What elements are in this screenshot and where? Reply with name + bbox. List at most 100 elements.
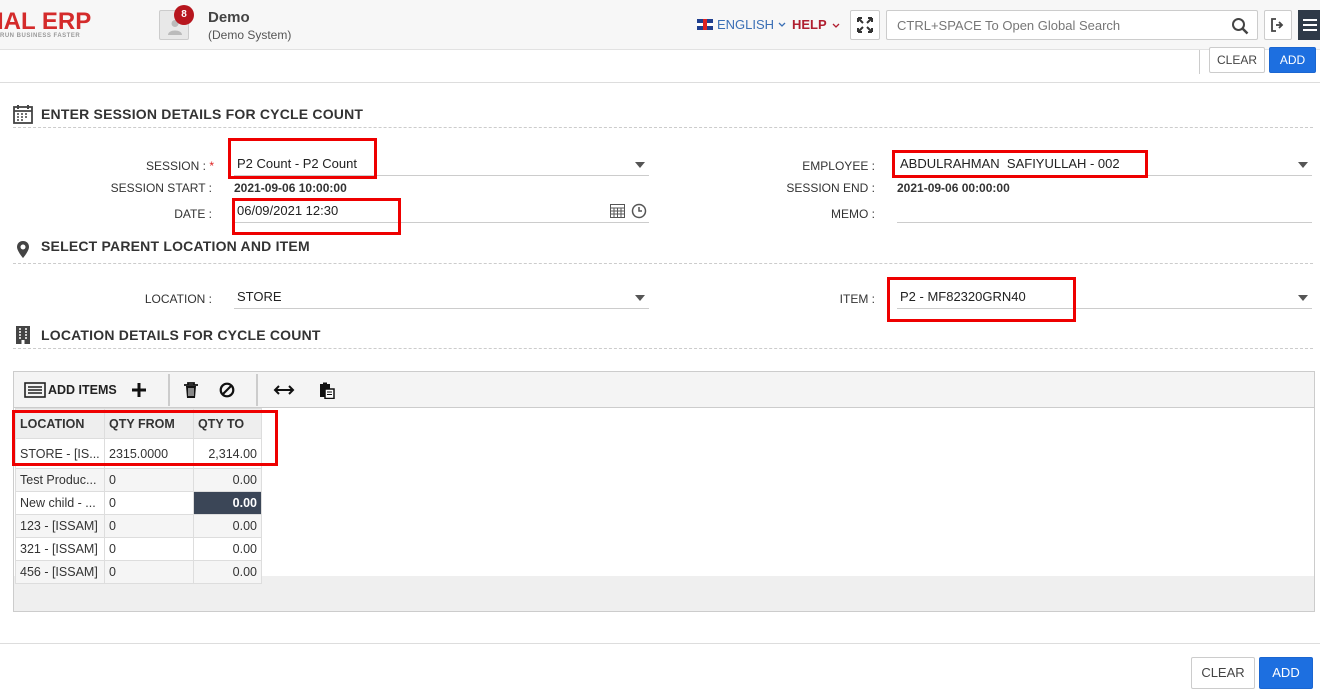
session-end-value: 2021-09-06 00:00:00: [897, 181, 1010, 195]
session-start-value: 2021-09-06 10:00:00: [234, 181, 347, 195]
cell-location[interactable]: 123 - [ISSAM]: [15, 514, 105, 538]
clock-icon[interactable]: [631, 203, 647, 219]
plus-icon[interactable]: [131, 382, 147, 398]
list-icon: [24, 382, 46, 398]
chevron-down-icon: [778, 22, 786, 27]
top-header: IAL ERP RUN BUSINESS FASTER 8 Demo (Demo…: [0, 0, 1320, 50]
section-details: LOCATION DETAILS FOR CYCLE COUNT: [13, 323, 1313, 349]
resize-icon: [273, 385, 295, 395]
cell-location[interactable]: STORE - [IS...: [15, 438, 105, 469]
employee-value: ABDULRAHMAN SAFIYULLAH - 002: [900, 156, 1120, 171]
cell-qty-from[interactable]: 0: [104, 537, 194, 561]
table-row[interactable]: New child - ... 0 0.00: [15, 491, 262, 515]
logout-button[interactable]: [1264, 10, 1292, 40]
item-value: P2 - MF82320GRN40: [900, 289, 1026, 304]
paste-button[interactable]: [316, 378, 338, 402]
chevron-down-icon[interactable]: [1298, 162, 1308, 168]
paste-icon: [320, 382, 335, 399]
company-subtitle: (Demo System): [208, 28, 292, 42]
chevron-down-icon[interactable]: [635, 162, 645, 168]
column-header-qty-from[interactable]: QTY FROM: [104, 408, 194, 439]
cell-qty-from[interactable]: 0: [104, 560, 194, 584]
item-select[interactable]: P2 - MF82320GRN40: [897, 287, 1312, 309]
cell-qty-from[interactable]: 0: [104, 514, 194, 538]
divider: [256, 374, 258, 406]
cell-qty-to-selected[interactable]: 0.00: [193, 491, 262, 515]
global-search[interactable]: [886, 10, 1258, 40]
table-row[interactable]: 123 - [ISSAM] 0 0.00: [15, 514, 262, 538]
search-icon[interactable]: [1231, 17, 1249, 35]
chevron-down-icon: [832, 23, 840, 28]
expand-icon: [857, 17, 873, 33]
divider: [1199, 50, 1200, 74]
cell-location[interactable]: 456 - [ISSAM]: [15, 560, 105, 584]
section-title: SELECT PARENT LOCATION AND ITEM: [41, 238, 310, 254]
table-row[interactable]: Test Produc... 0 0.00: [15, 468, 262, 492]
location-select[interactable]: STORE: [234, 287, 649, 309]
cell-qty-to[interactable]: 0.00: [193, 560, 262, 584]
column-header-location[interactable]: LOCATION: [15, 408, 105, 439]
employee-label: EMPLOYEE :: [802, 159, 875, 173]
table-header-row: LOCATION QTY FROM QTY TO: [15, 408, 262, 439]
table-row[interactable]: 456 - [ISSAM] 0 0.00: [15, 560, 262, 584]
trash-icon: [184, 381, 198, 398]
item-label: ITEM :: [839, 292, 875, 306]
cell-qty-from[interactable]: 2315.0000: [104, 438, 194, 469]
action-bar: CLEAR ADD: [0, 47, 1320, 83]
logo[interactable]: IAL ERP RUN BUSINESS FASTER: [0, 8, 100, 42]
cell-qty-from[interactable]: 0: [104, 491, 194, 515]
clear-button[interactable]: CLEAR: [1209, 47, 1265, 73]
add-button[interactable]: ADD: [1269, 47, 1316, 73]
add-items-label: ADD ITEMS: [48, 383, 117, 397]
section-title: ENTER SESSION DETAILS FOR CYCLE COUNT: [41, 106, 364, 122]
session-select[interactable]: P2 Count - P2 Count: [234, 154, 649, 176]
location-grid: ADD ITEMS LOCATION QTY FROM QTY TO STORE…: [13, 371, 1315, 612]
cell-qty-to[interactable]: 0.00: [193, 468, 262, 492]
table-row[interactable]: 321 - [ISSAM] 0 0.00: [15, 537, 262, 561]
notification-badge[interactable]: 8: [174, 5, 194, 25]
table-row[interactable]: STORE - [IS... 2315.0000 2,314.00: [15, 438, 262, 469]
clear-button[interactable]: CLEAR: [1191, 657, 1255, 689]
search-input[interactable]: [887, 11, 1227, 39]
menu-icon[interactable]: [1298, 10, 1320, 40]
cell-qty-from[interactable]: 0: [104, 468, 194, 492]
add-items-button[interactable]: ADD ITEMS: [24, 378, 162, 402]
date-label: DATE :: [174, 207, 212, 221]
section-title: LOCATION DETAILS FOR CYCLE COUNT: [41, 327, 321, 343]
location-table: LOCATION QTY FROM QTY TO STORE - [IS... …: [15, 408, 262, 584]
cell-location[interactable]: Test Produc...: [15, 468, 105, 492]
date-field[interactable]: 06/09/2021 12:30: [234, 201, 649, 223]
cancel-icon: [219, 382, 235, 398]
cell-location[interactable]: New child - ...: [15, 491, 105, 515]
chevron-down-icon[interactable]: [1298, 295, 1308, 301]
cell-location[interactable]: 321 - [ISSAM]: [15, 537, 105, 561]
employee-select[interactable]: ABDULRAHMAN SAFIYULLAH - 002: [897, 154, 1312, 176]
required-marker: *: [209, 159, 214, 173]
delete-button[interactable]: [180, 378, 202, 402]
language-label: ENGLISH: [717, 17, 775, 32]
company-name[interactable]: Demo: [208, 9, 250, 26]
grid-toolbar: ADD ITEMS: [14, 372, 1314, 408]
cell-qty-to[interactable]: 0.00: [193, 514, 262, 538]
memo-field[interactable]: [897, 201, 1312, 223]
chevron-down-icon[interactable]: [635, 295, 645, 301]
calendar-icon[interactable]: [610, 204, 625, 218]
building-icon: [16, 326, 30, 344]
session-value: P2 Count - P2 Count: [237, 156, 357, 171]
add-button[interactable]: ADD: [1259, 657, 1313, 689]
cell-qty-to[interactable]: 2,314.00: [193, 438, 262, 469]
language-selector[interactable]: ENGLISH: [697, 17, 786, 32]
flag-uk-icon: [697, 19, 713, 30]
grid-body: LOCATION QTY FROM QTY TO STORE - [IS... …: [14, 408, 1314, 584]
section-location: SELECT PARENT LOCATION AND ITEM: [13, 238, 1313, 264]
cancel-button[interactable]: [216, 378, 238, 402]
session-start-label: SESSION START :: [110, 181, 212, 195]
logout-icon: [1271, 18, 1284, 32]
resize-columns-button[interactable]: [272, 378, 296, 402]
column-header-qty-to[interactable]: QTY TO: [193, 408, 262, 439]
help-menu[interactable]: HELP: [792, 17, 840, 32]
session-label: SESSION : *: [145, 159, 214, 173]
fullscreen-button[interactable]: [850, 10, 880, 40]
logo-tagline: RUN BUSINESS FASTER: [0, 33, 81, 39]
cell-qty-to[interactable]: 0.00: [193, 537, 262, 561]
